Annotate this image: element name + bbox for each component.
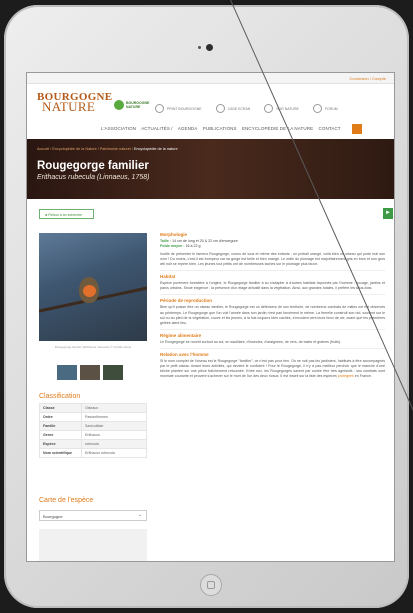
thumbnail[interactable] bbox=[80, 365, 100, 380]
species-map[interactable] bbox=[39, 529, 147, 561]
habitat-heading: Habitat bbox=[160, 274, 176, 280]
species-photo[interactable] bbox=[39, 233, 147, 341]
weight-info: Poids moyen : 16 à 22 g bbox=[160, 244, 201, 248]
page-title: Rougegorge familier bbox=[37, 160, 149, 172]
screen: Connexion / Compte BOURGOGNE NATURE BOUR… bbox=[26, 72, 395, 562]
habitat-text: Espèce purement forestière à l'origine, … bbox=[160, 281, 385, 291]
leaf-icon bbox=[264, 104, 274, 113]
reproduction-heading: Période de reproduction bbox=[160, 298, 213, 304]
leaf-circle-icon bbox=[114, 100, 124, 110]
home-square-icon bbox=[207, 581, 215, 589]
logo-line2: NATURE bbox=[42, 99, 96, 114]
nav-association[interactable]: L'ASSOCIATION bbox=[101, 126, 136, 131]
divider bbox=[160, 328, 385, 330]
map-heading: Carte de l'espèce bbox=[39, 497, 94, 504]
thumbnail[interactable] bbox=[57, 365, 77, 380]
table-row: Famille Saxicolidae bbox=[39, 421, 147, 431]
back-to-search-button[interactable]: ◄ Retour à la recherche bbox=[39, 209, 94, 219]
morphology-heading: Morphologie bbox=[160, 232, 187, 237]
diet-heading: Régime alimentaire bbox=[160, 332, 202, 338]
top-navigation: PRINT BOURGOGNE CASE ECRAN SUR NATURE FO… bbox=[155, 104, 338, 113]
home-button[interactable] bbox=[200, 574, 222, 596]
table-row: Espèce rubecula bbox=[39, 439, 147, 449]
main-content: ◄ Retour à la recherche ► Rougegorge fam… bbox=[27, 199, 394, 561]
thumbnail[interactable] bbox=[103, 365, 123, 380]
photo-caption: Rougegorge familier (Erithacus rubecula)… bbox=[54, 345, 132, 349]
classification-table: Classe Oiseaux Ordre Passeriformes Famille… bbox=[39, 403, 147, 458]
topnav-forum[interactable]: FORUM bbox=[312, 104, 338, 113]
nav-agenda[interactable]: AGENDA bbox=[178, 126, 198, 131]
table-row: Ordre Passeriformes bbox=[39, 412, 147, 422]
diet-text: Le Rougegorge se nourrit surtout au sol,… bbox=[160, 339, 342, 344]
partner-badge: BOURGOGNE NATURE bbox=[114, 100, 150, 114]
badge-text: BOURGOGNE NATURE bbox=[126, 101, 150, 109]
morphology-text: Inutile de présenter le fameux Rougegorg… bbox=[160, 252, 385, 267]
table-row: Nom scientifique Erithacus rubecula bbox=[39, 448, 147, 458]
protected-species-link[interactable]: protégées bbox=[338, 374, 354, 378]
sensor-icon bbox=[198, 46, 201, 49]
next-button[interactable]: ► bbox=[383, 208, 393, 219]
nav-publications[interactable]: PUBLICATIONS bbox=[203, 126, 237, 131]
topnav-nature[interactable]: SUR NATURE bbox=[264, 104, 299, 113]
table-row: Classe Oiseaux bbox=[39, 403, 147, 413]
search-button[interactable] bbox=[352, 124, 362, 134]
main-navigation: L'ASSOCIATION ACTUALITÉS / AGENDA PUBLIC… bbox=[101, 126, 345, 131]
account-bar[interactable]: Connexion / Compte bbox=[27, 73, 394, 84]
chat-icon bbox=[312, 104, 322, 113]
relations-heading: Relation avec l'homme bbox=[160, 351, 209, 357]
topnav-print[interactable]: PRINT BOURGOGNE bbox=[155, 104, 202, 113]
chevron-down-icon: ⌄ bbox=[137, 512, 142, 518]
classification-heading: Classification bbox=[39, 393, 81, 400]
species-description: Morphologie Taille : 14 cm de long et 20… bbox=[160, 229, 385, 382]
screen-icon bbox=[215, 104, 225, 113]
divider bbox=[160, 347, 385, 349]
nav-actualites[interactable]: ACTUALITÉS / bbox=[141, 126, 172, 131]
region-select[interactable]: Bourgogne ⌄ bbox=[39, 510, 147, 521]
print-icon bbox=[155, 104, 164, 113]
latin-name: Erithacus rubecula (Linnaeus, 1758) bbox=[37, 174, 150, 181]
nav-contact[interactable]: CONTACT bbox=[319, 126, 341, 131]
nav-encyclopedie[interactable]: ENCYCLOPÉDIE DE LA NATURE bbox=[242, 126, 313, 131]
reproduction-text: Bien qu'il puisse être un oiseau familie… bbox=[160, 305, 385, 325]
topnav-screen[interactable]: CASE ECRAN bbox=[215, 104, 250, 113]
photo-thumbnails bbox=[57, 365, 123, 380]
species-banner: Accueil / Encyclopédie de la Nature / Pa… bbox=[27, 139, 394, 199]
divider bbox=[160, 294, 385, 296]
tablet-frame: Connexion / Compte BOURGOGNE NATURE BOUR… bbox=[4, 5, 409, 608]
relations-text: Si le nom complet de l'oiseau est le Rou… bbox=[160, 358, 385, 379]
robin-breast bbox=[83, 285, 96, 297]
breadcrumb[interactable]: Accueil / Encyclopédie de la Nature / Pa… bbox=[37, 147, 384, 151]
site-header: BOURGOGNE NATURE BOURGOGNE NATURE PRINT … bbox=[27, 84, 394, 139]
site-logo[interactable]: BOURGOGNE NATURE bbox=[37, 92, 112, 114]
table-row: Genre Erithacus bbox=[39, 430, 147, 440]
camera-icon bbox=[206, 44, 213, 51]
